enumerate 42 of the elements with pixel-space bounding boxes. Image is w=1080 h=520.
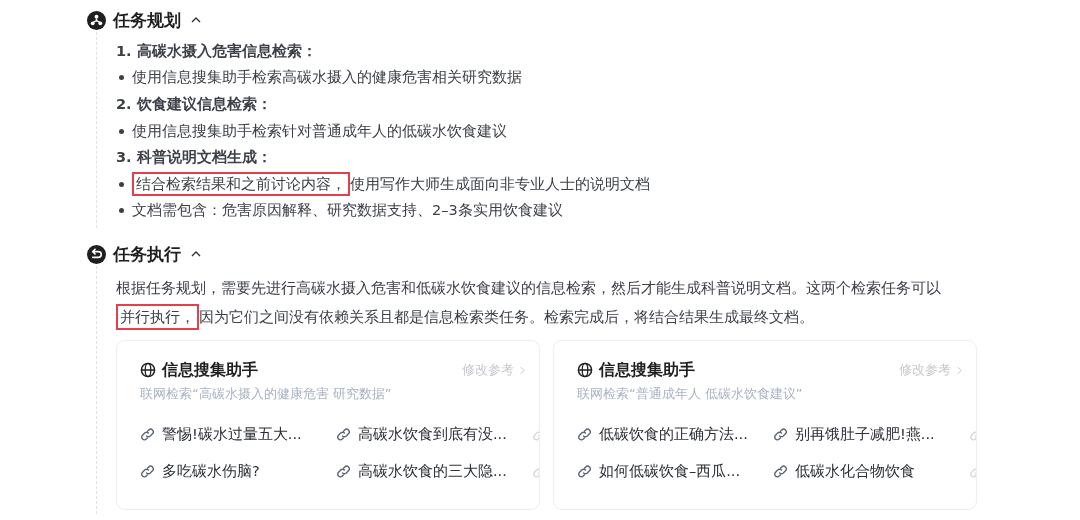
globe-icon <box>140 362 156 379</box>
card-title: 信息搜集助手 <box>599 359 695 381</box>
step-heading: 1. 高碳水摄入危害信息检索： <box>116 41 317 61</box>
step-heading: 3. 科普说明文档生成： <box>116 148 272 168</box>
paragraph: 根据任务规划，需要先进行高碳水摄入危害和低碳水饮食建议的信息检索，然后才能生成科普说明文档。这两个检索任务可以 并行执行， 因为它们之间没有依赖关系且都是信息检索类任务。检索完成后，将结合结果生成最终文档。 <box>116 274 961 333</box>
section-title: 任务规划 <box>113 8 181 32</box>
chevron-icon <box>957 365 962 375</box>
bullet-icon <box>119 208 124 214</box>
bullet-icon <box>119 128 124 134</box>
reference-link[interactable]: 高碳水饮食的三大隐... <box>336 462 532 482</box>
list-item: 使用信息搜集助手检索高碳水摄入的健康危害相关研究数据 <box>132 68 522 88</box>
reference-link[interactable]: 别再饿肚子减肥!燕... <box>773 425 969 445</box>
search-query: 联网检索“高碳水摄入的健康危害 研究数据” <box>140 385 393 404</box>
link-icon <box>336 464 351 480</box>
return-icon <box>87 244 106 264</box>
reference-link[interactable]: 低碳水化合物饮食 <box>773 462 969 482</box>
reference-link[interactable]: 警惕!碳水过量五大... <box>140 425 336 445</box>
section-title: 任务执行 <box>113 242 181 266</box>
network-icon <box>87 10 106 30</box>
link-icon <box>577 464 592 480</box>
link-icon <box>577 427 592 443</box>
link-icon <box>336 427 351 443</box>
link-icon <box>140 464 155 480</box>
reference-link[interactable]: 如何低碳饮食–西瓜... <box>577 462 773 482</box>
link-icon <box>773 427 788 443</box>
bullet-icon <box>119 75 124 81</box>
card-title: 信息搜集助手 <box>162 359 258 381</box>
step-heading: 2. 饮食建议信息检索： <box>116 95 272 114</box>
caret-icon <box>191 251 201 258</box>
reference-link[interactable]: 低碳饮食的正确方法... <box>577 425 773 445</box>
link-icon <box>140 427 155 443</box>
search-query: 联网检索“普通成年人 低碳水饮食建议” <box>577 385 804 404</box>
reference-link[interactable]: 高碳水饮食到底有没... <box>336 425 532 445</box>
globe-icon <box>577 362 593 379</box>
list-item: 文档需包含：危害原因解释、研究数据支持、2–3条实用饮食建议 <box>132 201 563 221</box>
link-icon <box>773 464 788 480</box>
reference-link[interactable]: 多吃碳水伤脑? <box>140 462 336 482</box>
caret-icon <box>191 17 201 23</box>
bullet-icon <box>119 181 124 187</box>
chevron-icon <box>520 365 525 375</box>
list-item: 结合检索结果和之前讨论内容， 使用写作大师生成面向非专业人士的说明文档 <box>132 174 650 194</box>
list-item: 使用信息搜集助手检索针对普通成年人的低碳水饮食建议 <box>132 121 507 141</box>
